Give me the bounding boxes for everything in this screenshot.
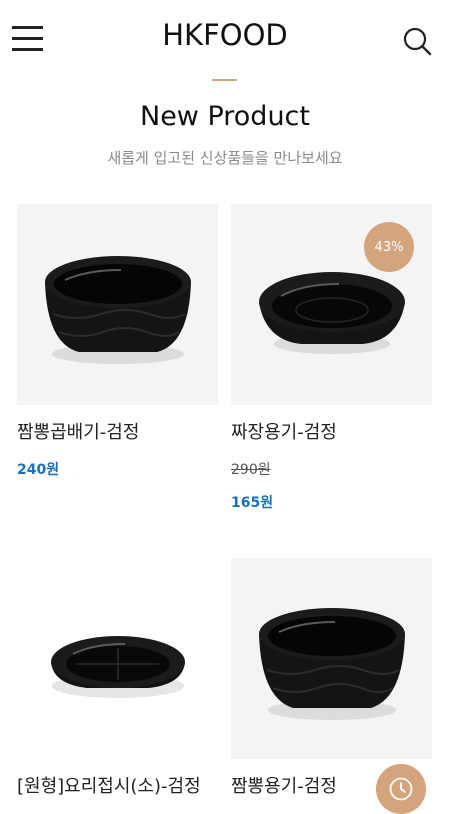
app-header: HKFOOD — [0, 0, 450, 80]
product-image[interactable] — [231, 558, 432, 759]
search-button[interactable] — [401, 25, 433, 57]
round-plate-image — [51, 636, 185, 698]
product-image[interactable]: 43% — [231, 204, 432, 405]
product-name[interactable]: [원형]요리접시(소)-검정 — [17, 772, 218, 798]
product-name[interactable]: 짬뽕곱배기-검정 — [17, 418, 218, 444]
product-card[interactable]: [원형]요리접시(소)-검정 — [17, 558, 218, 798]
product-name[interactable]: 짜장용기-검정 — [231, 418, 432, 444]
recent-view-button[interactable] — [376, 764, 426, 814]
section-subtitle: 새롭게 입고된 신상품들을 만나보세요 — [107, 149, 343, 167]
product-price: 165원 — [231, 495, 274, 511]
section-title: New Product — [140, 101, 310, 132]
product-price: 240원 — [17, 462, 60, 478]
brand-logo[interactable]: HKFOOD — [0, 18, 450, 52]
deep-bowl-image — [259, 608, 405, 720]
product-image[interactable] — [17, 558, 218, 759]
title-accent-divider — [212, 79, 237, 81]
product-original-price: 290원 — [231, 462, 271, 478]
product-card[interactable]: 짬뽕용기-검정 — [231, 558, 432, 798]
product-card[interactable]: 43% 짜장용기-검정 290원 165원 — [231, 204, 432, 512]
search-icon — [403, 27, 432, 56]
deep-bowl-image — [45, 256, 191, 364]
product-card[interactable]: 짬뽕곱배기-검정 240원 — [17, 204, 218, 479]
product-image[interactable] — [17, 204, 218, 405]
discount-badge: 43% — [364, 222, 414, 272]
clock-icon — [389, 777, 413, 801]
